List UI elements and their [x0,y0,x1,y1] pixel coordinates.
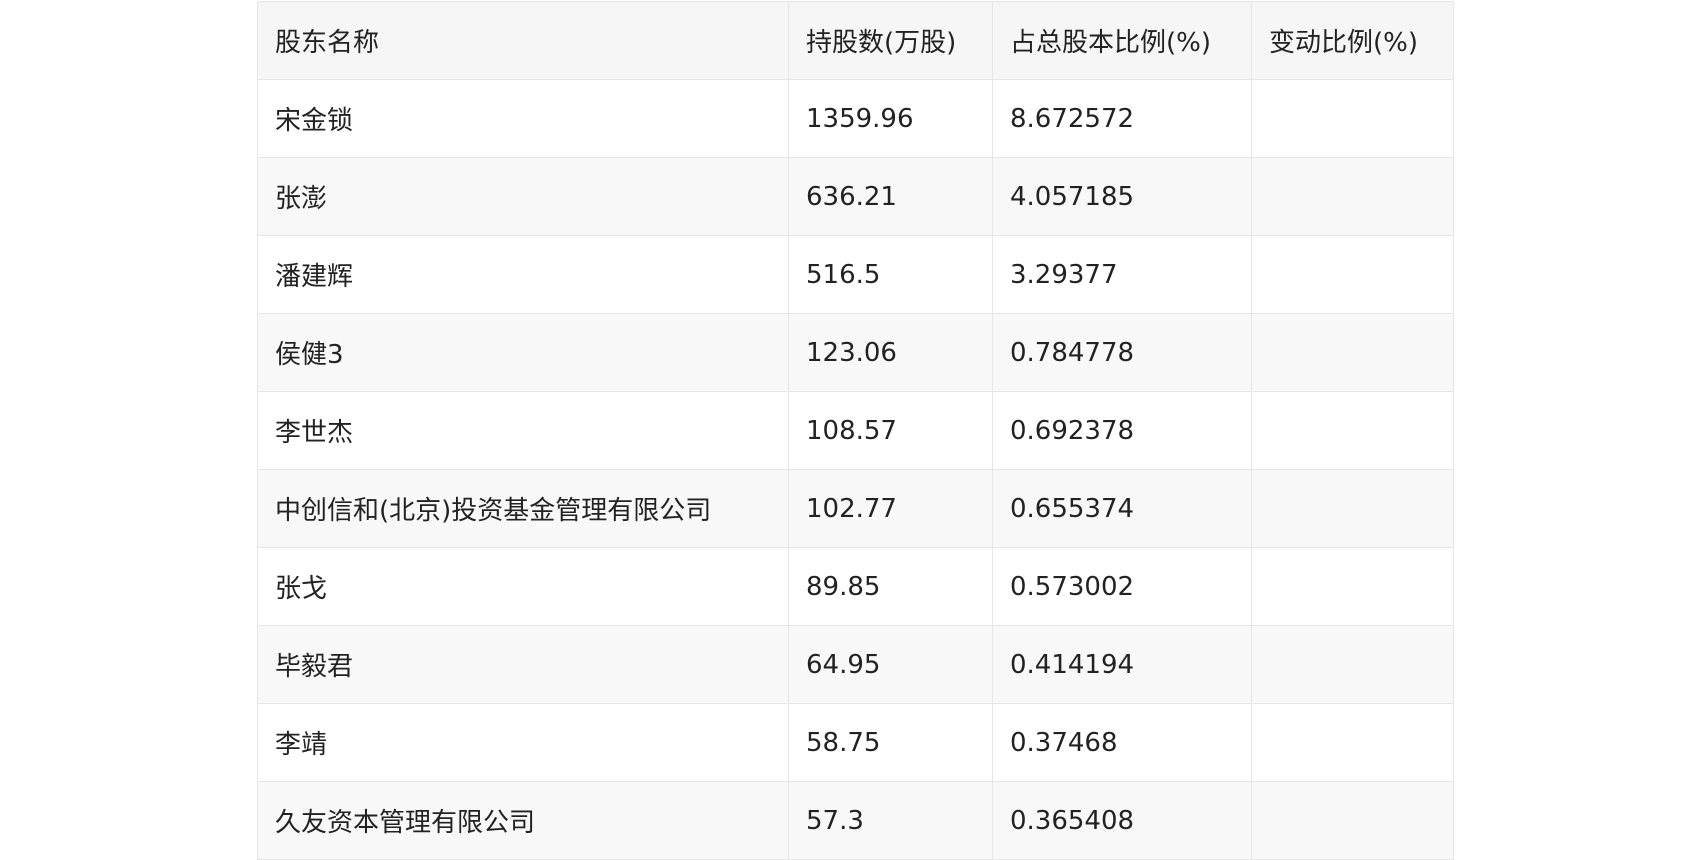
table-row: 毕毅君 64.95 0.414194 [257,625,1454,704]
header-shares-held: 持股数(万股) [788,1,993,80]
cell-shares-held: 64.95 [788,625,993,704]
cell-shares-held: 636.21 [788,157,993,236]
cell-share-ratio: 0.573002 [992,547,1252,626]
cell-shares-held: 1359.96 [788,79,993,158]
cell-share-ratio: 0.655374 [992,469,1252,548]
table-row: 张戈 89.85 0.573002 [257,547,1454,626]
header-change-ratio: 变动比例(%) [1251,1,1454,80]
header-share-ratio: 占总股本比例(%) [992,1,1252,80]
cell-shareholder-name: 宋金锁 [257,79,789,158]
table-row: 宋金锁 1359.96 8.672572 [257,79,1454,158]
cell-change-ratio [1251,625,1454,704]
table-row: 李靖 58.75 0.37468 [257,703,1454,782]
cell-change-ratio [1251,469,1454,548]
cell-shares-held: 108.57 [788,391,993,470]
cell-shares-held: 58.75 [788,703,993,782]
cell-change-ratio [1251,235,1454,314]
cell-shareholder-name: 久友资本管理有限公司 [257,781,789,860]
table-row: 中创信和(北京)投资基金管理有限公司 102.77 0.655374 [257,469,1454,548]
table-body: 宋金锁 1359.96 8.672572 张澎 636.21 4.057185 … [257,79,1454,860]
cell-change-ratio [1251,391,1454,470]
table-row: 侯健3 123.06 0.784778 [257,313,1454,392]
cell-change-ratio [1251,79,1454,158]
cell-shareholder-name: 侯健3 [257,313,789,392]
cell-shares-held: 123.06 [788,313,993,392]
cell-shareholder-name: 张戈 [257,547,789,626]
cell-shares-held: 57.3 [788,781,993,860]
table-row: 张澎 636.21 4.057185 [257,157,1454,236]
cell-shareholder-name: 李靖 [257,703,789,782]
table-header: 股东名称 持股数(万股) 占总股本比例(%) 变动比例(%) [257,1,1454,80]
cell-change-ratio [1251,703,1454,782]
table-row: 久友资本管理有限公司 57.3 0.365408 [257,781,1454,860]
cell-shares-held: 102.77 [788,469,993,548]
table-row: 潘建辉 516.5 3.29377 [257,235,1454,314]
shareholder-table-container: 股东名称 持股数(万股) 占总股本比例(%) 变动比例(%) 宋金锁 1359.… [257,1,1454,860]
header-row: 股东名称 持股数(万股) 占总股本比例(%) 变动比例(%) [257,1,1454,80]
cell-shares-held: 89.85 [788,547,993,626]
shareholder-table: 股东名称 持股数(万股) 占总股本比例(%) 变动比例(%) 宋金锁 1359.… [257,1,1454,860]
cell-share-ratio: 0.784778 [992,313,1252,392]
cell-share-ratio: 0.414194 [992,625,1252,704]
cell-share-ratio: 0.37468 [992,703,1252,782]
cell-share-ratio: 0.692378 [992,391,1252,470]
cell-change-ratio [1251,547,1454,626]
cell-shares-held: 516.5 [788,235,993,314]
cell-shareholder-name: 毕毅君 [257,625,789,704]
cell-shareholder-name: 李世杰 [257,391,789,470]
cell-share-ratio: 3.29377 [992,235,1252,314]
cell-shareholder-name: 张澎 [257,157,789,236]
cell-share-ratio: 0.365408 [992,781,1252,860]
cell-shareholder-name: 中创信和(北京)投资基金管理有限公司 [257,469,789,548]
cell-shareholder-name: 潘建辉 [257,235,789,314]
cell-share-ratio: 4.057185 [992,157,1252,236]
cell-share-ratio: 8.672572 [992,79,1252,158]
cell-change-ratio [1251,313,1454,392]
header-shareholder-name: 股东名称 [257,1,789,80]
cell-change-ratio [1251,157,1454,236]
cell-change-ratio [1251,781,1454,860]
table-row: 李世杰 108.57 0.692378 [257,391,1454,470]
